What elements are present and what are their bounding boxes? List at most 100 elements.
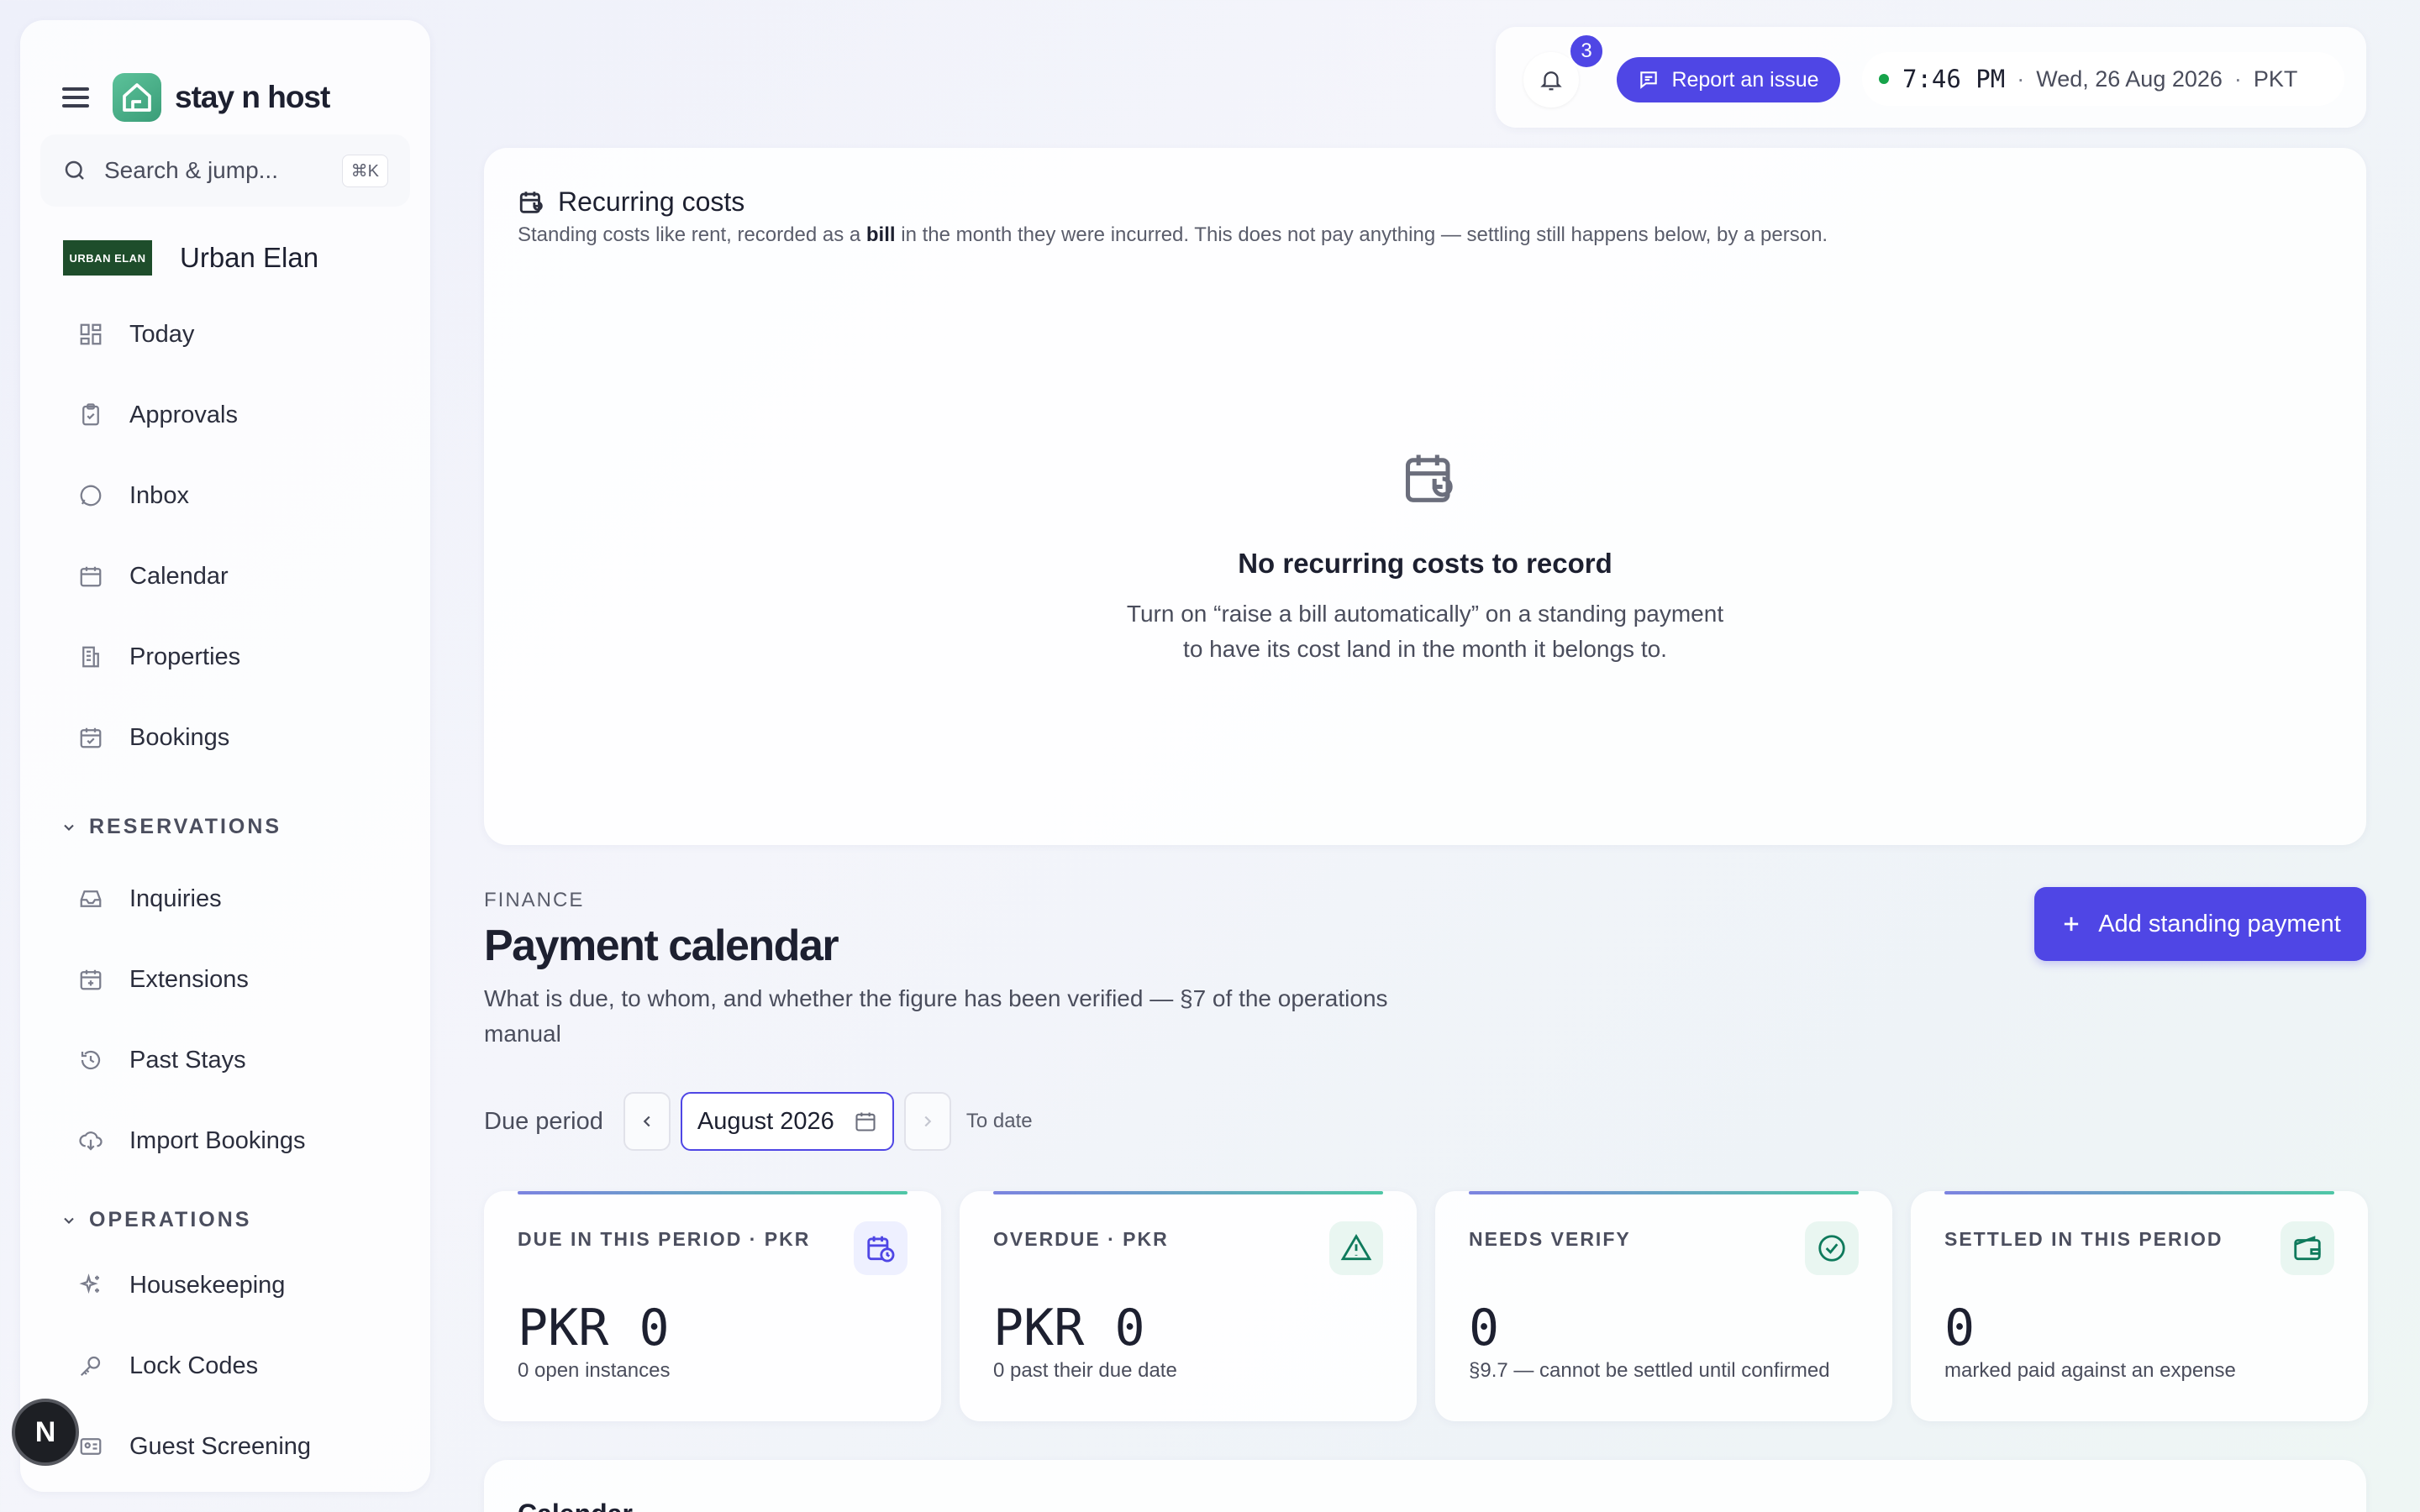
brand-name: stay n host — [175, 80, 330, 114]
id-card-icon — [76, 1431, 106, 1462]
bell-icon — [1540, 71, 1562, 91]
stat-card-needs-verify: NEEDS VERIFY 0 §9.7 — cannot be settled … — [1435, 1191, 1892, 1421]
online-status-dot — [1879, 74, 1889, 84]
empty-state-title: No recurring costs to record — [1238, 548, 1612, 579]
sidebar: stay n host Search & jump... ⌘K URBAN EL… — [20, 20, 430, 1492]
page-description: What is due, to whom, and whether the fi… — [484, 985, 1388, 1047]
recurring-costs-title: Recurring costs — [558, 186, 745, 217]
due-period-selector: Due period August 2026 To date — [484, 1092, 1033, 1151]
user-avatar[interactable]: N — [12, 1399, 79, 1466]
stat-value: PKR 0 — [518, 1299, 670, 1357]
add-standing-payment-label: Add standing payment — [2098, 910, 2341, 937]
previous-period-button[interactable] — [623, 1092, 671, 1151]
nav-label: Import Bookings — [129, 1126, 306, 1154]
calendar-repeat-icon — [519, 191, 543, 213]
search-input[interactable]: Search & jump... ⌘K — [40, 134, 410, 207]
clock-display: 7:46 PM · Wed, 26 Aug 2026 · PKT — [1862, 52, 2344, 106]
stat-card-settled: SETTLED IN THIS PERIOD 0 marked paid aga… — [1911, 1191, 2368, 1421]
history-icon — [76, 1045, 106, 1075]
search-placeholder: Search & jump... — [104, 157, 278, 183]
nav-item-properties[interactable]: Properties — [76, 632, 240, 682]
workspace-logo: URBAN ELAN — [63, 240, 152, 276]
nav-label: Today — [129, 320, 195, 348]
page-eyebrow: FINANCE — [484, 889, 585, 911]
nav-label: Calendar — [129, 562, 229, 590]
month-picker[interactable]: August 2026 — [680, 1092, 894, 1151]
to-date-link[interactable]: To date — [966, 1110, 1033, 1133]
chevron-right-icon — [924, 1116, 932, 1127]
top-bar: 3 Report an issue 7:46 PM · Wed, 26 Aug … — [1496, 27, 2366, 128]
nav-item-bookings[interactable]: Bookings — [76, 712, 229, 763]
nav-label: Properties — [129, 643, 241, 670]
nav-item-import-bookings[interactable]: Import Bookings — [76, 1116, 306, 1166]
workspace-switcher[interactable]: URBAN ELAN Urban Elan — [63, 240, 318, 276]
stat-value: 0 — [1469, 1299, 1500, 1357]
nav-item-extensions[interactable]: Extensions — [76, 954, 249, 1005]
building-icon — [76, 642, 106, 672]
plus-icon — [2065, 916, 2079, 932]
empty-state-description: Turn on “raise a bill automatically” on … — [1126, 601, 1724, 662]
due-period-label: Due period — [484, 1107, 603, 1135]
wallet-icon — [2281, 1221, 2334, 1275]
chevron-down-icon — [64, 1217, 74, 1224]
menu-icon[interactable] — [62, 87, 89, 108]
check-circle-icon — [1805, 1221, 1859, 1275]
clipboard-check-icon — [76, 400, 106, 430]
stat-note: 0 open instances — [518, 1359, 671, 1382]
nav-item-lock-codes[interactable]: Lock Codes — [76, 1341, 258, 1391]
nav-label: Approvals — [129, 401, 238, 428]
nav-item-inquiries[interactable]: Inquiries — [76, 874, 222, 924]
report-issue-button[interactable]: Report an issue — [1617, 57, 1840, 102]
page-title: Payment calendar — [484, 921, 839, 970]
section-heading: OPERATIONS — [89, 1208, 252, 1231]
chevron-down-icon — [64, 824, 74, 831]
section-operations[interactable]: OPERATIONS — [60, 1208, 251, 1232]
chevron-left-icon — [643, 1116, 650, 1127]
next-period-button[interactable] — [903, 1092, 951, 1151]
search-shortcut: ⌘K — [341, 154, 388, 187]
stat-note: 0 past their due date — [993, 1359, 1177, 1382]
nav-label: Housekeeping — [129, 1271, 286, 1299]
nav-label: Extensions — [129, 965, 249, 993]
nav-item-past-stays[interactable]: Past Stays — [76, 1035, 246, 1085]
nav-item-today[interactable]: Today — [76, 309, 194, 360]
add-standing-payment-button[interactable]: Add standing payment — [2034, 887, 2366, 961]
calendar-plus-icon — [76, 964, 106, 995]
stat-note: §9.7 — cannot be settled until confirmed — [1469, 1359, 1830, 1382]
nav-item-inbox[interactable]: Inbox — [76, 470, 189, 521]
timezone: PKT — [2253, 66, 2298, 92]
stat-label: DUE IN THIS PERIOD · PKR — [518, 1228, 811, 1250]
recurring-costs-subtitle: Standing costs like rent, recorded as a … — [518, 223, 1828, 246]
search-icon — [65, 160, 84, 180]
section-reservations[interactable]: RESERVATIONS — [60, 815, 281, 839]
current-time: 7:46 PM — [1902, 65, 2006, 93]
nav-label: Inbox — [129, 481, 189, 509]
key-icon — [76, 1351, 106, 1381]
nav-label: Lock Codes — [129, 1352, 259, 1379]
calendar-clock-icon — [854, 1221, 908, 1275]
nav-item-housekeeping[interactable]: Housekeeping — [76, 1260, 285, 1310]
sparkles-icon — [76, 1270, 106, 1300]
calendar-icon — [76, 561, 106, 591]
stat-label: NEEDS VERIFY — [1469, 1228, 1631, 1250]
stat-card-due: DUE IN THIS PERIOD · PKR PKR 0 0 open in… — [484, 1191, 941, 1421]
recurring-costs-header: Recurring costs — [518, 186, 744, 218]
section-heading: RESERVATIONS — [89, 815, 282, 838]
inbox-tray-icon — [76, 884, 106, 914]
nav-label: Bookings — [129, 723, 230, 751]
alert-triangle-icon — [1329, 1221, 1383, 1275]
calendar-icon — [855, 1112, 876, 1131]
report-issue-label: Report an issue — [1671, 67, 1819, 92]
nav-item-guest-screening[interactable]: Guest Screening — [76, 1421, 311, 1472]
dashboard-icon — [76, 319, 106, 349]
notification-count-badge: 3 — [1568, 33, 1605, 70]
recurring-costs-card: Recurring costs Standing costs like rent… — [484, 148, 2366, 845]
selected-month: August 2026 — [697, 1107, 834, 1135]
brand-header: stay n host — [62, 54, 330, 141]
stat-value: PKR 0 — [993, 1299, 1145, 1357]
nav-label: Past Stays — [129, 1046, 246, 1074]
nav-item-approvals[interactable]: Approvals — [76, 390, 238, 440]
nav-item-calendar[interactable]: Calendar — [76, 551, 229, 601]
stat-value: 0 — [1944, 1299, 1975, 1357]
nav-label: Inquiries — [129, 885, 222, 912]
